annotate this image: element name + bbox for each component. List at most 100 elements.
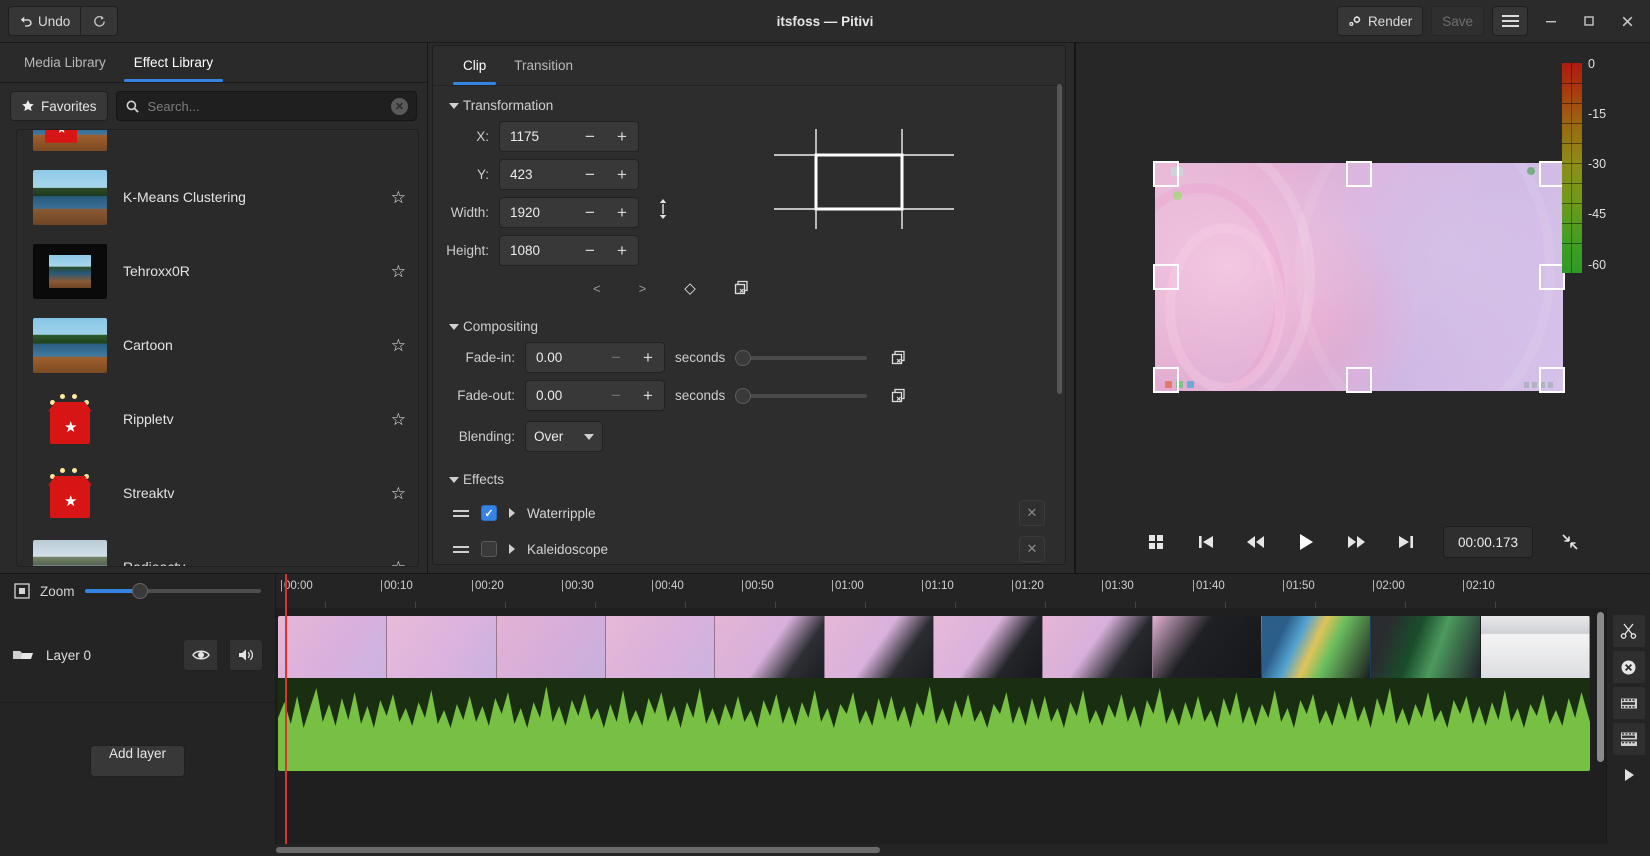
blending-select[interactable]: Over [525,421,603,452]
effect-enabled-checkbox[interactable]: ✓ [481,505,497,521]
preview-frame[interactable] [1153,161,1565,393]
save-button[interactable]: Save [1431,6,1484,36]
scrollbar-thumb[interactable] [1057,84,1062,394]
tab-clip[interactable]: Clip [449,46,500,85]
scrollbar-thumb[interactable] [276,847,880,853]
list-item[interactable]: Cartoon ☆ [17,308,418,382]
effect-list[interactable]: ★ ☆ K-Means Clustering ☆ Tehroxx0R [16,129,419,567]
link-dimensions-icon[interactable] [643,121,683,219]
x-increment-button[interactable]: + [606,122,638,151]
transformation-section-header[interactable]: Transformation [449,98,1045,113]
timeline-ruler[interactable]: 00:00 00:10 00:20 00:30 00:40 00:50 01:0… [276,574,1606,608]
list-item[interactable]: ★ ☆ [17,130,418,160]
tab-transition[interactable]: Transition [500,46,587,85]
favorite-toggle-icon[interactable]: ☆ [391,411,406,428]
y-increment-button[interactable]: + [606,160,638,189]
remove-effect-button[interactable]: ✕ [1019,500,1045,526]
favorite-toggle-icon[interactable]: ☆ [391,485,406,502]
list-item[interactable]: K-Means Clustering ☆ [17,160,418,234]
width-decrement-button[interactable]: − [574,198,606,227]
clear-search-icon[interactable]: ✕ [391,97,408,115]
group-clips-button[interactable] [1611,686,1646,720]
maximize-button[interactable] [1574,6,1604,36]
favorite-toggle-icon[interactable]: ☆ [391,559,406,567]
favorite-toggle-icon[interactable]: ☆ [391,189,406,206]
tab-media-library[interactable]: Media Library [10,43,120,82]
list-item[interactable]: ★ Streaktv ☆ [17,456,418,530]
list-item[interactable]: ★ Rippletv ☆ [17,382,418,456]
fade-in-slider[interactable] [735,349,868,366]
list-item[interactable]: Tehroxx0R ☆ [17,234,418,308]
keyframe-prev-button[interactable]: < [593,281,601,296]
keyframe-next-button[interactable]: > [639,281,647,296]
resize-handle-bottom-center[interactable] [1346,367,1372,393]
scrollbar-track[interactable] [276,847,1374,853]
clip-effect-row[interactable]: ✓ Waterripple ✕ [443,495,1045,531]
fade-in-increment-button[interactable]: + [632,343,664,372]
render-button[interactable]: Render [1336,6,1424,36]
go-end-button[interactable] [1393,529,1419,555]
effects-section-header[interactable]: Effects [449,472,1045,487]
height-spinner[interactable]: 1080 − + [499,235,639,266]
chevron-right-icon[interactable] [509,508,515,518]
x-decrement-button[interactable]: − [574,122,606,151]
timeline-vertical-scrollbar[interactable] [1597,612,1604,840]
clip-properties-scrollbar[interactable] [1057,84,1062,556]
resize-handle-middle-left[interactable] [1153,264,1179,290]
minimize-button[interactable] [1536,6,1566,36]
clip-effect-row[interactable]: Kaleidoscope ✕ [443,531,1045,564]
split-clip-button[interactable] [1611,614,1646,648]
height-decrement-button[interactable]: − [574,236,606,265]
y-spinner[interactable]: 423 − + [499,159,639,190]
ungroup-clips-button[interactable] [1611,722,1646,756]
fade-out-spinner[interactable]: 0.00 − + [525,380,665,411]
search-box[interactable]: ✕ [115,91,417,121]
timeline-clip[interactable] [278,616,1590,771]
resize-handle-top-left[interactable] [1153,161,1179,187]
fade-in-value[interactable]: 0.00 [526,350,600,365]
play-button[interactable] [1293,529,1319,555]
favorite-toggle-icon[interactable]: ☆ [391,130,406,132]
x-spinner[interactable]: 1175 − + [499,121,639,152]
favorites-button[interactable]: Favorites [10,91,108,121]
drag-handle-icon[interactable] [453,545,469,553]
fade-out-decrement-button[interactable]: − [600,381,632,410]
y-value[interactable]: 423 [500,167,574,182]
redo-button[interactable] [80,6,119,36]
forward-button[interactable] [1343,529,1369,555]
layer-header[interactable]: Layer 0 [0,608,275,703]
rewind-button[interactable] [1243,529,1269,555]
height-increment-button[interactable]: + [606,236,638,265]
resize-handle-bottom-right[interactable] [1539,367,1565,393]
main-menu-button[interactable] [1492,6,1528,36]
width-increment-button[interactable]: + [606,198,638,227]
tab-effect-library[interactable]: Effect Library [120,43,227,82]
fade-in-reset-button[interactable] [891,350,907,366]
undock-viewer-button[interactable] [1557,529,1583,555]
x-value[interactable]: 1175 [500,129,574,144]
height-value[interactable]: 1080 [500,243,574,258]
undo-button[interactable]: Undo [8,6,81,36]
chevron-right-icon[interactable] [509,544,515,554]
zoom-slider[interactable] [84,583,261,599]
fade-out-slider-knob[interactable] [735,387,752,404]
go-start-button[interactable] [1193,529,1219,555]
favorite-toggle-icon[interactable]: ☆ [391,263,406,280]
layer-visible-button[interactable] [183,639,217,671]
add-layer-button[interactable]: Add layer [89,745,186,777]
keyframe-add-button[interactable]: ◇ [684,279,696,297]
close-button[interactable] [1612,6,1642,36]
fade-out-reset-button[interactable] [891,388,907,404]
fade-out-increment-button[interactable]: + [632,381,664,410]
remove-effect-button[interactable]: ✕ [1019,536,1045,562]
layer-menu-icon[interactable] [12,647,34,663]
fade-out-value[interactable]: 0.00 [526,388,600,403]
scrollbar-thumb[interactable] [1597,612,1604,762]
view-modes-button[interactable] [1143,529,1169,555]
favorite-toggle-icon[interactable]: ☆ [391,337,406,354]
delete-clip-button[interactable] [1611,650,1646,684]
search-input[interactable] [147,98,383,114]
reset-transformation-button[interactable] [734,280,750,296]
list-item[interactable]: Radioactv ☆ [17,530,418,567]
timeline-horizontal-scrollbar[interactable] [0,844,1650,856]
